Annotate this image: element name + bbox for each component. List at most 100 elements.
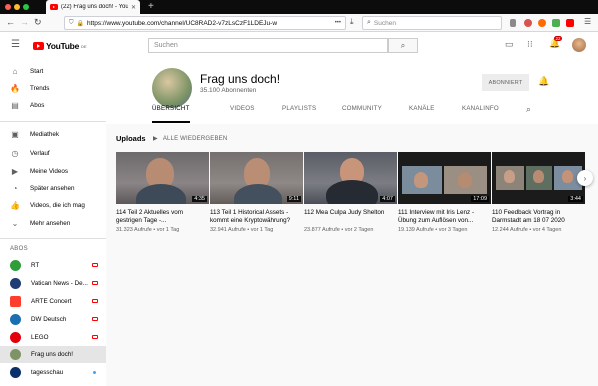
video-thumbnail[interactable]: 9:11 <box>210 152 303 204</box>
tab-videos[interactable]: VIDEOS <box>230 105 255 123</box>
subscription-frag-uns-doch[interactable]: Frag uns doch! <box>0 346 106 363</box>
subscription-lego[interactable]: LEGO <box>0 329 106 346</box>
play-icon: ▶ <box>153 136 158 142</box>
video-duration: 3:44 <box>568 196 583 202</box>
channel-bell-icon[interactable]: 🔔 <box>538 76 549 87</box>
library-icon[interactable] <box>510 19 516 27</box>
browser-search-field[interactable]: ⌕ Suchen <box>362 16 502 30</box>
channel-avatar <box>10 314 21 325</box>
tab-kanalinfo[interactable]: KANALINFO <box>462 105 499 123</box>
uploads-heading[interactable]: Uploads <box>116 134 146 143</box>
sidebar-item-label: Verlauf <box>30 150 50 157</box>
youtube-search-placeholder: Suchen <box>154 42 178 49</box>
back-icon[interactable]: ← <box>6 17 15 27</box>
subscription-tagesschau[interactable]: tagesschau <box>0 364 106 381</box>
video-thumbnail[interactable]: 4:35 <box>116 152 209 204</box>
apps-grid-icon[interactable]: ⁝⁝ <box>527 39 533 50</box>
youtube-search-input[interactable]: Suchen <box>148 38 388 53</box>
sidebar-item-trends[interactable]: 🔥 Trends <box>0 80 106 97</box>
tab-playlists[interactable]: PLAYLISTS <box>282 105 316 123</box>
channel-avatar <box>10 278 21 289</box>
video-thumbnail[interactable]: 17:09 <box>398 152 491 204</box>
lock-icon: 🔒 <box>76 20 84 27</box>
like-icon: 👍 <box>10 201 20 210</box>
live-icon <box>92 335 98 339</box>
video-title[interactable]: 111 Interview mit Iris Lenz - Übung zum … <box>398 209 491 225</box>
person-body <box>326 180 378 204</box>
close-window-icon[interactable] <box>5 4 11 10</box>
live-icon <box>92 281 98 285</box>
my-videos-icon: ▶ <box>11 167 19 176</box>
download-icon[interactable]: ⤓ <box>350 17 354 27</box>
video-card[interactable]: 4:35 114 Teil 2 Aktuelles vom gestrigen … <box>116 152 209 233</box>
url-bar[interactable]: ⛉ 🔒 https://www.youtube.com/channel/UC8R… <box>64 16 346 30</box>
sidebar-item-mediathek[interactable]: ▣ Mediathek <box>0 126 106 143</box>
youtube-search-button[interactable]: ⌕ <box>388 38 418 53</box>
person-body <box>234 184 282 204</box>
addon-green-icon[interactable] <box>552 19 560 27</box>
youtube-logo[interactable]: YouTube DE <box>33 41 87 51</box>
more-dots-icon[interactable]: ••• <box>335 20 345 26</box>
youtube-play-icon <box>33 42 44 50</box>
channel-search-icon[interactable]: ⌕ <box>526 104 531 115</box>
video-title[interactable]: 114 Teil 2 Aktuelles vom gestrigen Tage … <box>116 209 209 225</box>
tab-uebersicht[interactable]: ÜBERSICHT <box>152 105 190 123</box>
search-icon: ⌕ <box>400 40 406 50</box>
channel-avatar <box>10 260 21 271</box>
video-title[interactable]: 112 Mea Culpa Judy Shelton <box>304 209 397 225</box>
subscription-vatican-news[interactable]: Vatican News - De... <box>0 275 106 292</box>
subscription-rt[interactable]: RT <box>0 257 106 274</box>
browser-tab[interactable]: (22) Frag uns doch! - YouTube ✕ <box>46 0 140 14</box>
video-thumbnail[interactable]: 4:07 <box>304 152 397 204</box>
sidebar-item-abos[interactable]: ▤ Abos <box>0 97 106 114</box>
close-tab-icon[interactable]: ✕ <box>131 4 136 11</box>
forward-icon[interactable]: → <box>20 17 29 27</box>
sidebar-item-meine-videos[interactable]: ▶ Meine Videos <box>0 163 106 180</box>
subscription-dw-deutsch[interactable]: DW Deutsch <box>0 311 106 328</box>
video-card[interactable]: 17:09 111 Interview mit Iris Lenz - Übun… <box>398 152 491 233</box>
video-title[interactable]: 113 Teil 1 Historical Assets - kommt ein… <box>210 209 303 225</box>
search-engine-icon: ⌕ <box>367 19 371 26</box>
reload-icon[interactable]: ↻ <box>34 17 42 28</box>
sidebar-item-verlauf[interactable]: ◷ Verlauf <box>0 145 106 162</box>
user-avatar[interactable] <box>572 38 586 52</box>
subscribe-button[interactable]: ABONNIERT <box>482 74 529 91</box>
tab-community[interactable]: COMMUNITY <box>342 105 382 123</box>
minimize-window-icon[interactable] <box>14 4 20 10</box>
person-figure <box>414 172 428 188</box>
create-video-icon[interactable]: ▭ <box>505 39 514 50</box>
shield-icon: ⛉ <box>69 19 74 26</box>
sidebar-item-start[interactable]: ⌂ Start <box>0 63 106 80</box>
video-thumbnail[interactable]: 3:44 <box>492 152 585 204</box>
main-content: Frag uns doch! 35.100 Abonnenten ABONNIE… <box>106 59 598 386</box>
video-card[interactable]: 4:07 112 Mea Culpa Judy Shelton 23.877 A… <box>304 152 397 233</box>
addon-red-icon[interactable] <box>566 19 574 27</box>
carousel-next-button[interactable]: › <box>577 170 593 186</box>
play-all-button[interactable]: ▶ ALLE WIEDERGEBEN <box>153 135 227 143</box>
tab-kanaele[interactable]: KANÄLE <box>409 105 435 123</box>
live-icon <box>92 299 98 303</box>
video-title[interactable]: 110 Feedback Vortrag in Darmstadt am 18 … <box>492 209 585 225</box>
video-duration: 4:35 <box>192 196 207 202</box>
person-figure <box>533 170 544 183</box>
sidebar-item-spaeter-ansehen[interactable]: ◔ Später ansehen <box>0 180 106 197</box>
video-card[interactable]: 9:11 113 Teil 1 Historical Assets - komm… <box>210 152 303 233</box>
video-duration: 17:09 <box>471 196 489 202</box>
sidebar-item-liked-videos[interactable]: 👍 Videos, die ich mag <box>0 197 106 214</box>
sidebar-item-label: Mediathek <box>30 131 60 138</box>
menu-icon[interactable]: ☰ <box>584 17 591 26</box>
subscriptions-icon: ▤ <box>11 101 19 110</box>
subscription-arte-concert[interactable]: ARTE Concert <box>0 293 106 310</box>
sidebar-item-mehr-ansehen[interactable]: ⌄ Mehr ansehen <box>0 215 106 232</box>
addon-icon[interactable] <box>524 19 532 27</box>
sidebar-item-label: Videos, die ich mag <box>30 202 85 209</box>
new-tab-button[interactable]: + <box>148 1 154 12</box>
subscription-label: Vatican News - De... <box>31 280 88 287</box>
url-text: https://www.youtube.com/channel/UC8RAD2-… <box>87 19 278 27</box>
video-duration: 4:07 <box>380 196 395 202</box>
maximize-window-icon[interactable] <box>23 4 29 10</box>
addon-fire-icon[interactable] <box>538 19 546 27</box>
channel-header: Frag uns doch! 35.100 Abonnenten ABONNIE… <box>106 59 598 124</box>
video-card[interactable]: 3:44 110 Feedback Vortrag in Darmstadt a… <box>492 152 585 233</box>
hamburger-menu-icon[interactable]: ☰ <box>11 39 20 50</box>
